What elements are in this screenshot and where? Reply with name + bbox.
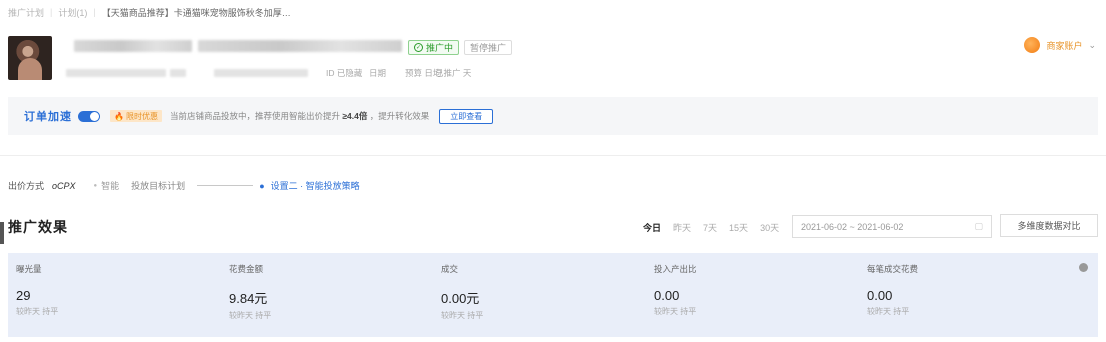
- flame-icon: 🔥: [114, 111, 124, 121]
- side-collapse-handle[interactable]: [0, 222, 4, 244]
- tab-15-days[interactable]: 15天: [729, 221, 748, 234]
- tab-30-days[interactable]: 30天: [760, 221, 779, 234]
- metric-value: 9.84元: [229, 291, 268, 306]
- notice-text-suffix: ，提升转化效果: [367, 111, 430, 121]
- step-connector: [197, 185, 254, 186]
- location-pin-icon: ●: [259, 180, 265, 191]
- metric-sales: 成交 0.00元 较昨天 持平: [441, 263, 483, 321]
- settings-icon[interactable]: [1079, 263, 1088, 272]
- view-now-button[interactable]: 立即查看: [439, 108, 494, 124]
- metric-compare: 较昨天 持平: [441, 311, 484, 320]
- breadcrumb-separator: |: [93, 7, 96, 17]
- metric-label: 花费金额: [229, 264, 264, 274]
- account-menu[interactable]: 商家账户 ⌄: [1024, 37, 1096, 53]
- bid-mode-value: oCPX: [52, 180, 76, 191]
- date-range-value: 2021-06-02 ~ 2021-06-02: [801, 221, 904, 232]
- check-circle-icon: ✓: [414, 43, 423, 52]
- account-name: 商家账户: [1046, 40, 1083, 51]
- metric-label: 投入产出比: [654, 264, 697, 274]
- metric-label: 成交: [441, 264, 459, 274]
- metric-impressions: 曝光量 29 较昨天 持平: [16, 263, 58, 317]
- breadcrumb-separator: |: [50, 7, 53, 17]
- step-smart-strategy[interactable]: 设置二 · 智能投放策略: [271, 179, 360, 192]
- step-dot-icon: ●: [93, 182, 98, 189]
- breadcrumb-item-current: 【天猫商品推荐】卡通猫咪宠物服饰秋冬加厚…: [101, 7, 291, 18]
- metric-value: 0.00: [654, 288, 680, 303]
- metrics-panel: 曝光量 29 较昨天 持平 花费金额 9.84元 较昨天 持平 成交 0.00元…: [8, 253, 1098, 337]
- metric-compare: 较昨天 持平: [654, 307, 697, 316]
- status-badge-label: 推广中: [426, 43, 454, 53]
- promo-badge-label: 限时优惠: [125, 111, 158, 121]
- product-title-blurred: [74, 40, 192, 52]
- tab-7-days[interactable]: 7天: [703, 221, 717, 234]
- chevron-down-icon: ⌄: [1088, 39, 1096, 50]
- pause-tag-label: 暂停推广: [470, 43, 507, 53]
- order-boost-toggle[interactable]: [78, 110, 100, 122]
- metric-value: 29: [16, 288, 31, 303]
- metric-compare: 较昨天 持平: [867, 307, 910, 316]
- breadcrumb: 推广计划 | 计划(1) | 【天猫商品推荐】卡通猫咪宠物服饰秋冬加厚…: [8, 5, 291, 19]
- metric-value: 0.00: [867, 288, 893, 303]
- order-boost-bar: 订单加速 🔥 限时优惠 当前店铺商品投放中，推荐使用智能出价提升 ≥4.4倍 ，…: [8, 97, 1098, 135]
- order-boost-label: 订单加速: [24, 111, 72, 123]
- notice-text-highlight: ≥4.4倍: [342, 111, 368, 121]
- tab-yesterday[interactable]: 昨天: [673, 221, 691, 234]
- status-badge-active: ✓ 推广中: [408, 40, 460, 55]
- breadcrumb-item-plans[interactable]: 推广计划: [8, 6, 44, 19]
- metric-cost-per-order: 每笔成交花费 0.00 较昨天 持平: [867, 263, 918, 317]
- order-boost-description: 当前店铺商品投放中，推荐使用智能出价提升 ≥4.4倍 ，提升转化效果: [170, 110, 429, 122]
- step-smart[interactable]: 智能: [101, 179, 119, 192]
- product-id-blurred: [66, 69, 166, 77]
- metric-roi: 投入产出比 0.00 较昨天 持平: [654, 263, 697, 317]
- bid-steps: 出价方式 oCPX ● 智能 投放目标计划 ● 设置二 · 智能投放策略: [8, 179, 360, 192]
- metric-value: 0.00元: [441, 291, 480, 306]
- tab-today[interactable]: 今日: [643, 221, 661, 234]
- meta-item: ID 已隐藏: [326, 68, 363, 78]
- section-title: 推广效果: [8, 219, 68, 235]
- metric-compare: 较昨天 持平: [229, 311, 272, 320]
- time-range-tabs: 今日 昨天 7天 15天 30天: [643, 221, 779, 234]
- date-range-picker[interactable]: 2021-06-02 ~ 2021-06-02 ▢: [792, 215, 992, 238]
- meta-item: 日期: [369, 68, 387, 78]
- product-meta-blurred: [214, 69, 308, 77]
- metric-label: 曝光量: [16, 264, 42, 274]
- meta-item: 已推广 天: [435, 68, 472, 78]
- calendar-icon: ▢: [974, 221, 983, 231]
- pause-tag[interactable]: 暂停推广: [464, 40, 513, 55]
- product-meta-blurred: [170, 69, 186, 77]
- metric-label: 每笔成交花费: [867, 264, 919, 274]
- metric-compare: 较昨天 持平: [16, 307, 59, 316]
- step-target-plan[interactable]: 投放目标计划: [131, 179, 185, 192]
- product-title-blurred: [198, 40, 402, 52]
- bid-mode-label: 出价方式: [8, 181, 45, 191]
- promo-badge: 🔥 限时优惠: [110, 110, 162, 122]
- breadcrumb-item-plan-count[interactable]: 计划(1): [58, 6, 87, 19]
- notice-text-prefix: 当前店铺商品投放中，推荐使用智能出价提升: [169, 111, 343, 121]
- section-divider: [0, 155, 1106, 156]
- account-coin-icon: [1024, 37, 1041, 53]
- product-avatar: [8, 36, 52, 80]
- compare-data-button[interactable]: 多维度数据对比: [1000, 214, 1098, 237]
- metric-spend: 花费金额 9.84元 较昨天 持平: [229, 263, 271, 321]
